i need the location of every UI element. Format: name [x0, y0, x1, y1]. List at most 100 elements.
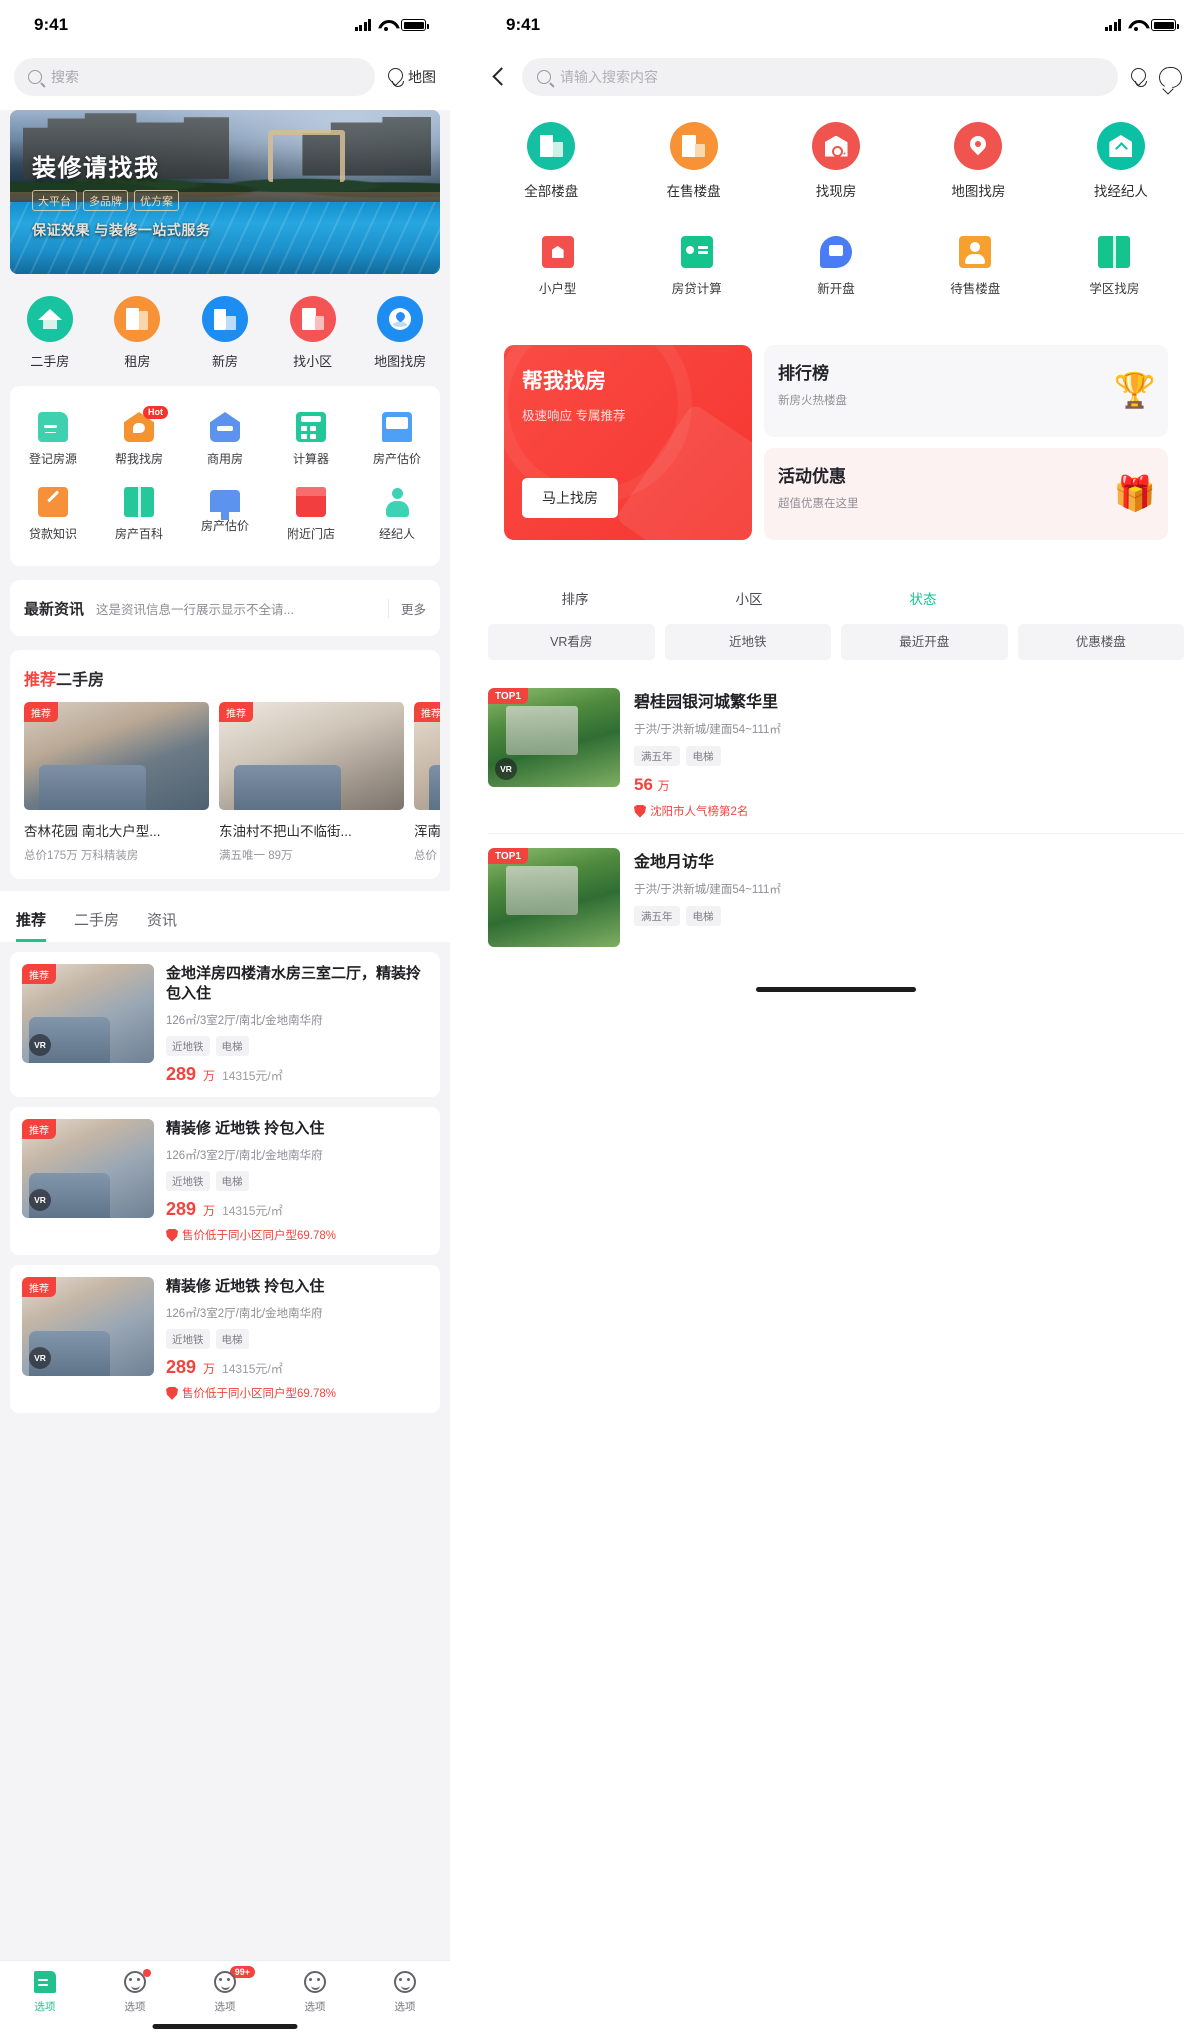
service-label: 登记房源: [28, 452, 77, 466]
promo-title: 帮我找房: [522, 370, 606, 393]
service-daikuan-zhishi[interactable]: 贷款知识: [10, 477, 96, 552]
service-jingjiren[interactable]: 经纪人: [354, 477, 440, 552]
recommend-scroller[interactable]: 推荐 杏林花园 南北大户型... 总价175万 万科精装房 推荐 东油村不把山不…: [24, 702, 440, 863]
filter-community[interactable]: 小区: [662, 578, 836, 618]
category-zufang[interactable]: 租房: [94, 296, 182, 370]
tabbar-item-2[interactable]: 99+ 选项: [180, 1966, 270, 2014]
tabbar-item-3[interactable]: 选项: [270, 1971, 360, 2014]
recommend-card[interactable]: 推荐 东油村不把山不临街... 满五唯一 89万: [219, 702, 404, 863]
chevron-left-icon[interactable]: [488, 66, 510, 88]
filter-label: 小区: [735, 592, 763, 607]
list-item[interactable]: 推荐 VR 精装修 近地铁 拎包入住 126㎡/3室2厅/南北/金地南华府 近地…: [10, 1107, 440, 1256]
service-school-district[interactable]: 学区找房: [1045, 236, 1184, 297]
recommend-card[interactable]: 推荐 杏林花园 南北大户型... 总价175万 万科精装房: [24, 702, 209, 863]
find-house-button[interactable]: 马上找房: [522, 478, 618, 518]
service-pending-sale[interactable]: 待售楼盘: [906, 236, 1045, 297]
category-label: 在售楼盘: [666, 184, 721, 199]
chat-bubble-icon[interactable]: [1159, 66, 1182, 88]
battery-icon: [401, 19, 429, 31]
category-map-search[interactable]: 地图找房: [907, 122, 1049, 200]
category-ready-house[interactable]: 找现房: [765, 122, 907, 200]
pencil-icon: [38, 487, 68, 517]
service-label: 商用房: [206, 452, 243, 466]
promo-ranking-card[interactable]: 排行榜 新房火热楼盘 🏆: [764, 345, 1168, 437]
filter-status[interactable]: 状态: [836, 578, 1010, 618]
listing-thumbnail: 推荐 VR: [22, 1277, 154, 1377]
service-new-open[interactable]: 新开盘: [766, 236, 905, 297]
listing-price: 289 万 14315元/㎡: [166, 1064, 428, 1085]
listing-spec: 126㎡/3室2厅/南北/金地南华府: [166, 1308, 323, 1321]
listing-spec: 于洪/于洪新城/建面54~111㎡: [634, 884, 781, 897]
face-icon: [304, 1971, 326, 1993]
list-item[interactable]: 推荐 VR 金地洋房四楼清水房三室二厅，精装拎包入住 126㎡/3室2厅/南北/…: [10, 952, 440, 1098]
service-fangchan-baike[interactable]: 房产百科: [96, 477, 182, 552]
category-find-agent[interactable]: 找经纪人: [1050, 122, 1192, 200]
map-pin-icon[interactable]: [1130, 68, 1147, 87]
recommend-card-title: 杏林花园 南北大户型...: [24, 824, 161, 839]
recommend-badge: 推荐: [24, 702, 58, 722]
chip-vr-viewing[interactable]: VR看房: [488, 624, 655, 661]
tab-tuijian[interactable]: 推荐: [16, 909, 47, 942]
home-indicator: [756, 987, 916, 993]
service-bangwo-zhaofang[interactable]: Hot 帮我找房: [96, 402, 182, 477]
panel-divider: [450, 0, 472, 2038]
listing-info: 金地月访华 于洪/于洪新城/建面54~111㎡ 满五年 电梯: [634, 848, 1184, 947]
promo-card-sub: 超值优惠在这里: [778, 498, 859, 510]
medal-icon: [166, 1228, 178, 1242]
filter-sort[interactable]: 排序: [488, 578, 662, 618]
promo-find-house-card[interactable]: 帮我找房 极速响应 专属推荐 马上找房: [504, 345, 752, 540]
tabbar-item-1[interactable]: 选项: [90, 1969, 180, 2014]
document-icon: [669, 122, 718, 170]
recommend-title-accent: 推荐: [24, 672, 57, 689]
recommend-card-sub: 总价175万 万科精装房: [24, 850, 139, 862]
map-button[interactable]: 地图: [387, 67, 436, 87]
listing-thumbnail: 推荐 VR: [22, 1119, 154, 1219]
category-on-sale[interactable]: 在售楼盘: [622, 122, 764, 200]
service-dengji-fangyuan[interactable]: 登记房源: [10, 402, 96, 477]
listing-tag: 近地铁: [166, 1036, 210, 1057]
category-all-properties[interactable]: 全部楼盘: [480, 122, 622, 200]
location-icon: [377, 296, 424, 342]
promo-activity-card[interactable]: 活动优惠 超值优惠在这里 🎁: [764, 448, 1168, 540]
recommend-image: 推荐: [219, 702, 404, 810]
tab-ershoufang[interactable]: 二手房: [74, 909, 119, 942]
promo-banner[interactable]: 装修请找我 大平台 多品牌 优方案 保证效果 与装修一站式服务: [10, 110, 440, 274]
chip-recent-opening[interactable]: 最近开盘: [841, 624, 1008, 661]
medal-icon: [166, 1386, 178, 1400]
news-bar[interactable]: 最新资讯 这是资讯信息一行展示显示不全请... 更多: [10, 580, 440, 636]
list-item[interactable]: 推荐 VR 精装修 近地铁 拎包入住 126㎡/3室2厅/南北/金地南华府 近地…: [10, 1265, 440, 1414]
recommend-card[interactable]: 推荐 浑南 总价: [414, 702, 440, 863]
category-ershoufang[interactable]: 二手房: [6, 296, 94, 370]
service-label: 房产百科: [114, 527, 163, 541]
location-pin-icon: [954, 122, 1003, 170]
service-shangyongfang[interactable]: 商用房: [182, 402, 268, 477]
service-fujin-mendian[interactable]: 附近门店: [268, 477, 354, 552]
listing-unit-price: 14315元/㎡: [222, 1069, 283, 1084]
service-fangchan-gujia-1[interactable]: 房产估价: [354, 402, 440, 477]
service-jisuanqi[interactable]: 计算器: [268, 402, 354, 477]
category-xinfang[interactable]: 新房: [181, 296, 269, 370]
loan-calc-icon: [680, 236, 713, 268]
right-listing-list: TOP1 VR 碧桂园银河城繁华里 于洪/于洪新城/建面54~111㎡ 满五年 …: [472, 674, 1200, 962]
service-loan-calc[interactable]: 房贷计算: [627, 236, 766, 297]
list-item[interactable]: TOP1 金地月访华 于洪/于洪新城/建面54~111㎡ 满五年 电梯: [488, 834, 1184, 961]
listing-unit-price: 14315元/㎡: [222, 1362, 283, 1377]
status-time: 9:41: [506, 15, 541, 34]
news-more-link[interactable]: 更多: [387, 598, 426, 618]
service-fangchan-gujia-2[interactable]: 房产估价: [182, 477, 268, 552]
list-item[interactable]: TOP1 VR 碧桂园银河城繁华里 于洪/于洪新城/建面54~111㎡ 满五年 …: [488, 674, 1184, 835]
service-label: 附近门店: [286, 527, 335, 541]
recommend-title: 推荐二手房: [24, 666, 440, 690]
search-input[interactable]: 请输入搜索内容: [522, 58, 1118, 96]
chip-discount[interactable]: 优惠楼盘: [1017, 624, 1184, 661]
tabbar-item-0[interactable]: 选项: [0, 1971, 90, 2014]
listing-note-text: 沈阳市人气榜第2名: [650, 806, 749, 819]
service-small-house[interactable]: 小户型: [488, 236, 627, 297]
search-input[interactable]: 搜索: [14, 58, 375, 96]
tab-zixun[interactable]: 资讯: [147, 909, 177, 942]
category-zhaoxiaoqu[interactable]: 找小区: [269, 296, 357, 370]
tabbar-item-4[interactable]: 选项: [360, 1971, 450, 2014]
category-ditu-zhaofang[interactable]: 地图找房: [356, 296, 444, 370]
recommend-card-title: 浑南: [414, 824, 440, 839]
chip-near-metro[interactable]: 近地铁: [664, 624, 831, 661]
